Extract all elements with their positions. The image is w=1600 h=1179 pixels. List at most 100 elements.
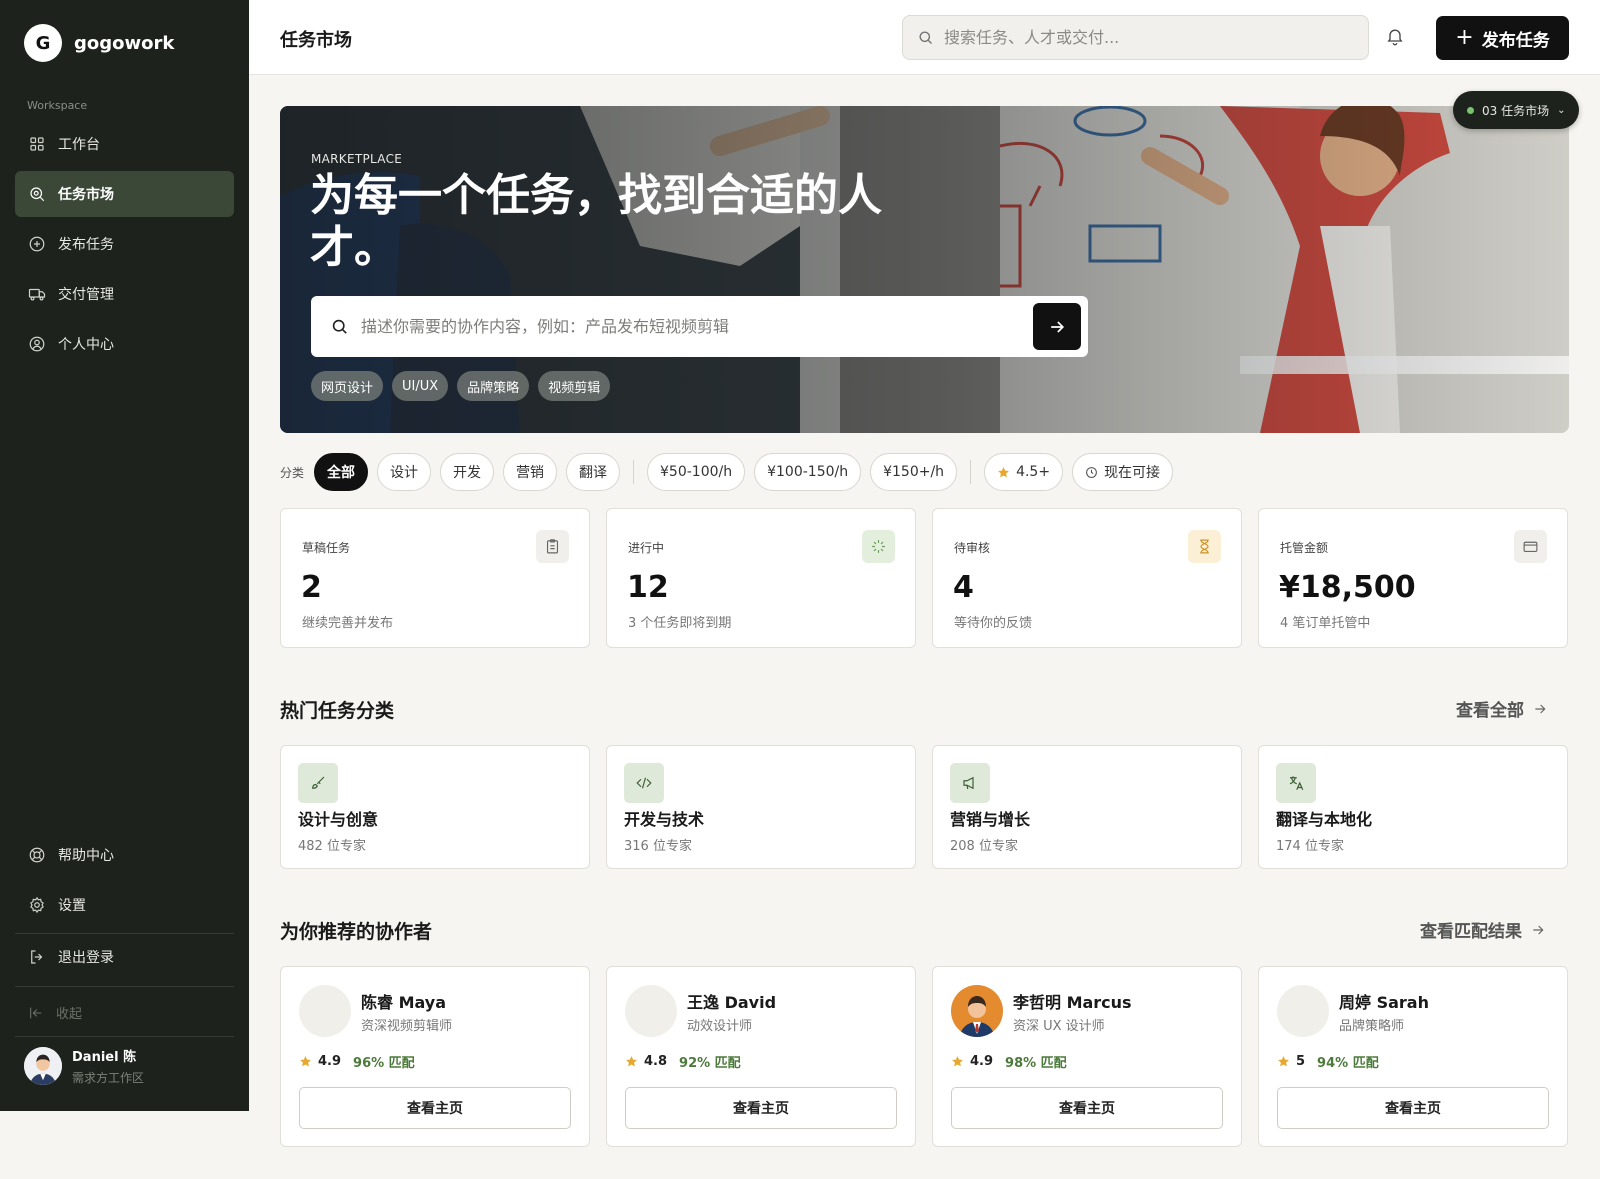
view-profile-button[interactable]: 查看主页: [299, 1087, 571, 1129]
person-match: 96% 匹配: [353, 1056, 415, 1071]
person-role: 资深视频剪辑师: [361, 1019, 453, 1034]
category-name: 设计与创意: [298, 810, 379, 829]
clipboard-icon: [536, 530, 569, 563]
filter-chip-design[interactable]: 设计: [377, 453, 432, 491]
hero-search-submit[interactable]: [1033, 303, 1081, 350]
view-matches-link[interactable]: 查看匹配结果: [1420, 917, 1546, 942]
sidebar-item-profile[interactable]: 个人中心: [15, 321, 234, 367]
category-count: 174 位专家: [1276, 839, 1344, 854]
sidebar-item-settings[interactable]: 设置: [15, 882, 234, 928]
hero-tag[interactable]: 品牌策略: [457, 371, 530, 401]
sidebar-divider: [15, 986, 234, 987]
stat-card-drafts[interactable]: 草稿任务 2 继续完善并发布: [280, 508, 590, 648]
category-card-dev[interactable]: 开发与技术 316 位专家: [606, 745, 916, 869]
hero-tag[interactable]: UI/UX: [392, 371, 449, 401]
star-icon: [952, 1056, 963, 1067]
section-title-recommended: 为你推荐的协作者: [280, 921, 433, 943]
collapse-button[interactable]: 收起: [28, 1003, 82, 1022]
stat-card-in-progress[interactable]: 进行中 12 3 个任务即将到期: [606, 508, 916, 648]
category-count: 208 位专家: [950, 839, 1018, 854]
filter-chip-all[interactable]: 全部: [314, 453, 369, 491]
person-name: 李哲明 Marcus: [1013, 993, 1132, 1012]
user-role: 需求方工作区: [72, 1071, 145, 1085]
filter-chip-rate[interactable]: ¥50-100/h: [647, 453, 746, 491]
person-name: 陈睿 Maya: [361, 993, 447, 1012]
clock-icon: [1086, 466, 1097, 478]
sidebar-item-label: 个人中心: [58, 337, 114, 353]
truck-icon: [28, 285, 46, 303]
sidebar-item-publish[interactable]: 发布任务: [15, 221, 234, 267]
avatar: [1277, 985, 1329, 1037]
filter-chip-dev[interactable]: 开发: [440, 453, 495, 491]
screen-switcher[interactable]: 03 任务市场 ⌄: [1453, 91, 1580, 129]
person-match: 92% 匹配: [679, 1056, 741, 1071]
sidebar-item-delivery[interactable]: 交付管理: [15, 271, 234, 317]
person-rating: 5: [1296, 1054, 1306, 1069]
sidebar-item-help[interactable]: 帮助中心: [15, 832, 234, 878]
stat-label: 待审核: [954, 541, 991, 555]
stat-value: 2: [301, 570, 322, 605]
hero-tag[interactable]: 视频剪辑: [538, 371, 611, 401]
person-match: 94% 匹配: [1317, 1056, 1379, 1071]
publish-task-button[interactable]: + 发布任务: [1436, 16, 1569, 60]
avatar: [625, 985, 677, 1037]
person-card[interactable]: 陈睿 Maya 资深视频剪辑师 4.9 96% 匹配 查看主页: [280, 966, 590, 1147]
view-profile-button[interactable]: 查看主页: [625, 1087, 897, 1129]
category-card-marketing[interactable]: 营销与增长 208 位专家: [932, 745, 1242, 869]
view-all-link[interactable]: 查看全部: [1456, 696, 1548, 721]
notification-button[interactable]: [1385, 26, 1407, 48]
person-rating: 4.8: [644, 1054, 668, 1069]
sidebar-item-dashboard[interactable]: 工作台: [15, 121, 234, 167]
stat-subtext: 4 笔订单托管中: [1280, 616, 1371, 631]
filter-chip-marketing[interactable]: 营销: [503, 453, 558, 491]
stat-card-escrow[interactable]: 托管金额 ¥18,500 4 笔订单托管中: [1258, 508, 1568, 648]
category-card-design[interactable]: 设计与创意 482 位专家: [280, 745, 590, 869]
sidebar-item-label: 退出登录: [58, 950, 114, 966]
search-icon: [28, 185, 46, 203]
person-card[interactable]: 李哲明 Marcus 资深 UX 设计师 4.9 98% 匹配 查看主页: [932, 966, 1242, 1147]
person-name: 周婷 Sarah: [1339, 993, 1429, 1012]
section-title-categories: 热门任务分类: [280, 700, 395, 722]
global-search[interactable]: [902, 15, 1369, 60]
person-card[interactable]: 周婷 Sarah 品牌策略师 5 94% 匹配 查看主页: [1258, 966, 1568, 1147]
sidebar-item-marketplace[interactable]: 任务市场: [15, 171, 234, 217]
stats-row: 草稿任务 2 继续完善并发布 进行中 12 3 个任务即将到期 待审核 4 等待…: [280, 508, 1568, 648]
filter-chip-rate[interactable]: ¥100-150/h: [754, 453, 862, 491]
stat-label: 进行中: [628, 541, 665, 555]
sidebar-item-logout[interactable]: 退出登录: [15, 934, 234, 980]
category-name: 翻译与本地化: [1276, 810, 1373, 829]
category-card-translation[interactable]: 翻译与本地化 174 位专家: [1258, 745, 1568, 869]
code-icon: [624, 763, 664, 803]
filter-rating-label: 4.5+: [1016, 464, 1051, 480]
hero-tag[interactable]: 网页设计: [311, 371, 384, 401]
category-count: 316 位专家: [624, 839, 692, 854]
view-all-label: 查看全部: [1456, 701, 1524, 721]
filter-chip-availability[interactable]: 现在可接: [1072, 453, 1174, 491]
filter-chip-translation[interactable]: 翻译: [566, 453, 621, 491]
user-profile[interactable]: Daniel 陈 需求方工作区: [24, 1046, 144, 1086]
view-profile-button[interactable]: 查看主页: [951, 1087, 1223, 1129]
search-input[interactable]: [944, 28, 1344, 47]
filter-chip-rate[interactable]: ¥150+/h: [870, 453, 958, 491]
stat-value: 4: [953, 570, 974, 605]
filter-chip-rating[interactable]: 4.5+: [984, 453, 1064, 491]
logout-icon: [28, 948, 46, 966]
person-card[interactable]: 王逸 David 动效设计师 4.8 92% 匹配 查看主页: [606, 966, 916, 1147]
brush-icon: [298, 763, 338, 803]
workspace-label: Workspace: [27, 99, 88, 112]
brand-logo: G: [24, 24, 62, 62]
hero-title: 为每一个任务，找到合适的人才。: [310, 170, 882, 273]
view-profile-button[interactable]: 查看主页: [1277, 1087, 1549, 1129]
megaphone-icon: [950, 763, 990, 803]
stat-card-pending-review[interactable]: 待审核 4 等待你的反馈: [932, 508, 1242, 648]
sidebar-item-label: 帮助中心: [58, 848, 114, 864]
brand[interactable]: G gogowork: [24, 24, 174, 62]
bottom-nav: 帮助中心 设置: [15, 832, 234, 932]
filter-label: 分类: [280, 465, 305, 480]
star-icon: [998, 466, 1009, 477]
hero-search[interactable]: [311, 296, 1088, 357]
hero-search-input[interactable]: [361, 317, 1011, 336]
stat-label: 托管金额: [1280, 541, 1329, 555]
filter-separator: [970, 460, 972, 484]
sidebar: G gogowork Workspace 工作台 任务市场 发布任务 交付管理 …: [0, 0, 249, 1111]
